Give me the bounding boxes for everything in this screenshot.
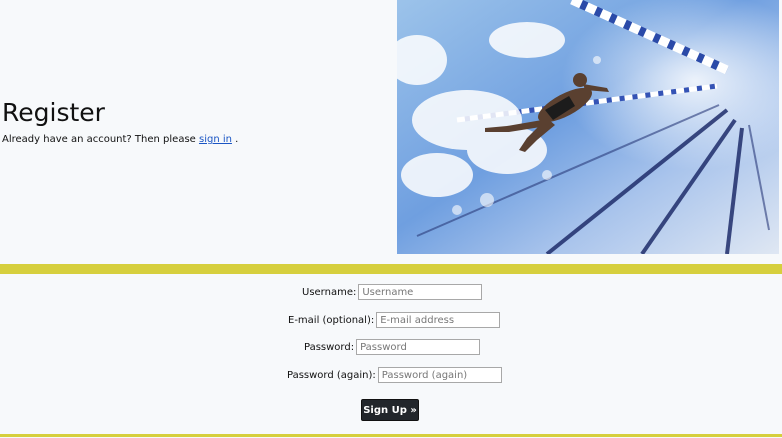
username-label: Username:: [302, 286, 357, 298]
password-label: Password:: [304, 341, 355, 353]
top-divider: [0, 264, 782, 274]
signin-prompt-suffix: .: [231, 134, 239, 145]
email-row: E-mail (optional):: [288, 311, 501, 329]
signin-prompt-text: Already have an account? Then please: [2, 134, 199, 145]
password-again-input[interactable]: [377, 367, 502, 383]
email-label: E-mail (optional):: [288, 314, 375, 326]
hero-image: [397, 0, 779, 254]
password-input[interactable]: [356, 339, 481, 355]
page-title: Register: [2, 98, 105, 127]
username-row: Username:: [302, 283, 483, 301]
username-input[interactable]: [358, 284, 483, 300]
page-header: Register Already have an account? Then p…: [0, 0, 782, 264]
email-input[interactable]: [376, 312, 501, 328]
signin-prompt: Already have an account? Then please sig…: [2, 133, 238, 147]
password-row: Password:: [304, 338, 481, 356]
swimmer-pool-illustration: [397, 0, 779, 254]
signin-link[interactable]: sign in: [199, 134, 232, 145]
password-again-label: Password (again):: [287, 369, 376, 381]
sign-up-button[interactable]: Sign Up »: [361, 399, 419, 421]
password-again-row: Password (again):: [287, 366, 502, 384]
bottom-divider: [0, 434, 782, 437]
